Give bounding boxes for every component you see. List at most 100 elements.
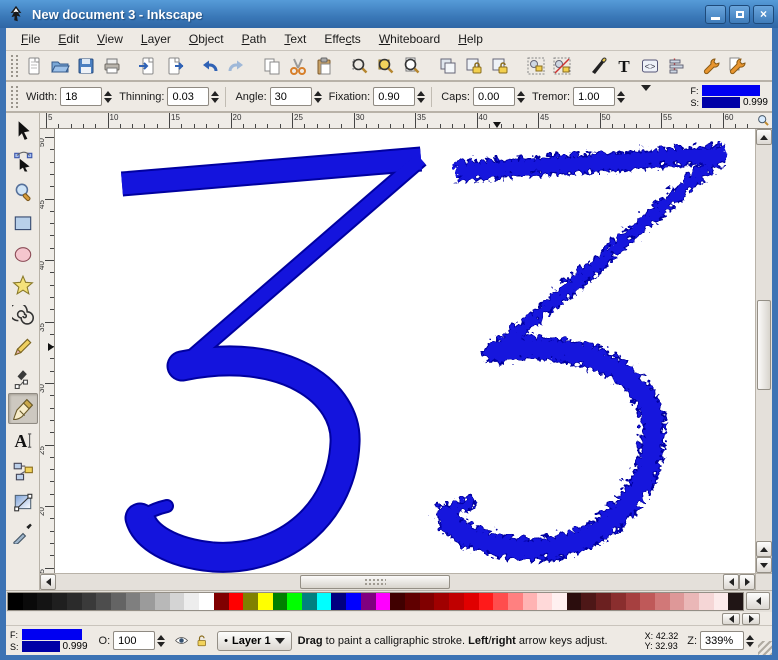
toolbar-grip[interactable] <box>11 55 18 77</box>
zoom-page-button[interactable] <box>400 54 424 78</box>
fill-swatch[interactable] <box>22 629 82 640</box>
palette-prev-icon[interactable] <box>722 613 740 625</box>
duplicate-button[interactable] <box>436 54 460 78</box>
palette-swatch[interactable] <box>464 593 479 610</box>
text-tool[interactable]: A <box>8 424 38 455</box>
tool-options-grip[interactable] <box>11 86 18 108</box>
palette-swatch[interactable] <box>376 593 391 610</box>
caps-up-icon[interactable] <box>517 91 525 96</box>
palette-swatch[interactable] <box>567 593 582 610</box>
fill-stroke-dialog-button[interactable] <box>586 54 610 78</box>
rectangle-tool[interactable] <box>8 207 38 238</box>
angle-up-icon[interactable] <box>314 91 322 96</box>
edit-undo-button[interactable] <box>198 54 222 78</box>
palette-swatch[interactable] <box>714 593 729 610</box>
titlebar[interactable]: New document 3 - Inkscape × <box>0 0 778 28</box>
document-save-button[interactable] <box>74 54 98 78</box>
edit-redo-button[interactable] <box>224 54 248 78</box>
palette-swatch[interactable] <box>346 593 361 610</box>
scroll-down-icon[interactable] <box>756 557 772 573</box>
scroll-up-icon[interactable] <box>756 129 772 145</box>
tool-options-dropdown-icon[interactable] <box>641 91 651 103</box>
palette-next-icon[interactable] <box>742 613 760 625</box>
document-import-button[interactable] <box>136 54 160 78</box>
palette-swatch[interactable] <box>37 593 52 610</box>
menu-help[interactable]: Help <box>449 29 492 49</box>
horizontal-scrollbar[interactable] <box>40 573 755 590</box>
palette-swatch[interactable] <box>390 593 405 610</box>
palette-swatch[interactable] <box>331 593 346 610</box>
palette-swatch[interactable] <box>611 593 626 610</box>
pen-tool[interactable] <box>8 362 38 393</box>
palette-scroll-left-icon[interactable] <box>746 592 770 610</box>
horizontal-ruler[interactable]: 51015202530354045505560 <box>40 113 755 129</box>
palette-swatch[interactable] <box>82 593 97 610</box>
xml-editor-button[interactable]: <> <box>638 54 662 78</box>
node-editor-tool[interactable] <box>8 145 38 176</box>
layer-lock-open-icon[interactable] <box>194 632 211 649</box>
palette-swatch[interactable] <box>537 593 552 610</box>
text-dialog-button[interactable]: T <box>612 54 636 78</box>
palette-swatch[interactable] <box>655 593 670 610</box>
resize-grip[interactable] <box>758 641 772 655</box>
palette-swatch[interactable] <box>258 593 273 610</box>
zoom-input[interactable]: 339% <box>700 631 744 650</box>
palette-swatch[interactable] <box>552 593 567 610</box>
canvas[interactable] <box>55 129 755 573</box>
opacity-down-icon[interactable] <box>157 642 165 647</box>
calligraphy-tool[interactable] <box>8 393 38 424</box>
gradient-tool[interactable] <box>8 486 38 517</box>
layer-visibility-eye-icon[interactable] <box>173 632 190 649</box>
close-button[interactable]: × <box>753 5 774 24</box>
palette-swatch[interactable] <box>199 593 214 610</box>
palette-swatch[interactable] <box>302 593 317 610</box>
menu-file[interactable]: File <box>12 29 49 49</box>
palette-swatch[interactable] <box>626 593 641 610</box>
palette-swatch[interactable] <box>523 593 538 610</box>
vertical-scroll-thumb[interactable] <box>757 300 771 390</box>
palette-swatch[interactable] <box>508 593 523 610</box>
palette-swatch[interactable] <box>434 593 449 610</box>
thinning-up-icon[interactable] <box>211 91 219 96</box>
palette-swatch[interactable] <box>8 593 23 610</box>
fixation-input[interactable]: 0.90 <box>373 87 415 106</box>
palette-swatch[interactable] <box>52 593 67 610</box>
palette-swatch[interactable] <box>214 593 229 610</box>
edit-cut-button[interactable] <box>286 54 310 78</box>
document-print-button[interactable] <box>100 54 124 78</box>
tremor-input[interactable]: 1.00 <box>573 87 615 106</box>
palette-swatch[interactable] <box>596 593 611 610</box>
palette-swatch[interactable] <box>23 593 38 610</box>
thinning-input[interactable]: 0.03 <box>167 87 209 106</box>
palette-swatch[interactable] <box>405 593 420 610</box>
spiral-tool[interactable] <box>8 300 38 331</box>
palette-swatch[interactable] <box>184 593 199 610</box>
palette-swatch[interactable] <box>684 593 699 610</box>
align-dialog-button[interactable] <box>664 54 688 78</box>
angle-down-icon[interactable] <box>314 98 322 103</box>
zoom-selection-button[interactable] <box>348 54 372 78</box>
menu-effects[interactable]: Effects <box>315 29 369 49</box>
fixation-up-icon[interactable] <box>417 91 425 96</box>
edit-paste-button[interactable] <box>312 54 336 78</box>
pencil-tool[interactable] <box>8 331 38 362</box>
star-tool[interactable] <box>8 269 38 300</box>
palette-swatch[interactable] <box>479 593 494 610</box>
palette-swatch[interactable] <box>581 593 596 610</box>
palette-swatch[interactable] <box>155 593 170 610</box>
document-new-button[interactable] <box>22 54 46 78</box>
calligraphic-3[interactable] <box>122 159 421 557</box>
thinning-down-icon[interactable] <box>211 98 219 103</box>
palette-swatch[interactable] <box>699 593 714 610</box>
quick-zoom-icon[interactable] <box>755 113 772 129</box>
width-input[interactable]: 18 <box>60 87 102 106</box>
palette-swatch[interactable] <box>126 593 141 610</box>
menu-layer[interactable]: Layer <box>132 29 180 49</box>
document-open-button[interactable] <box>48 54 72 78</box>
vertical-scrollbar[interactable] <box>755 129 772 573</box>
palette-swatch[interactable] <box>170 593 185 610</box>
maximize-button[interactable] <box>729 5 750 24</box>
fill-stroke-indicator[interactable]: F: S: 0.999 <box>10 629 88 652</box>
vertical-scroll-track[interactable] <box>756 145 772 541</box>
document-preferences-button[interactable] <box>726 54 750 78</box>
